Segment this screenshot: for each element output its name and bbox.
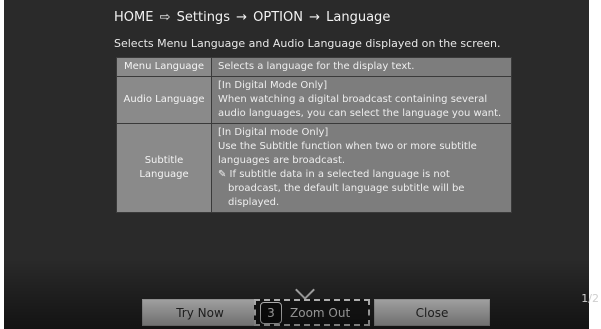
row-desc-subtitle-language: [In Digital mode Only] Use the Subtitle … — [211, 123, 512, 213]
language-options-table: Menu Language Selects a language for the… — [116, 57, 512, 213]
table-row: Subtitle Language [In Digital mode Only]… — [116, 123, 512, 213]
breadcrumb-settings: Settings — [176, 10, 230, 25]
try-now-button[interactable]: Try Now — [142, 299, 258, 326]
zoom-out-label: Zoom Out — [290, 305, 351, 320]
close-button[interactable]: Close — [374, 299, 490, 326]
row-label-audio-language: Audio Language — [116, 76, 212, 124]
tv-screen: HOME ⇨ Settings → OPTION → Language Sele… — [4, 0, 589, 329]
row-label-menu-language: Menu Language — [116, 57, 212, 77]
row-desc-audio-language: [In Digital Mode Only] When watching a d… — [211, 76, 512, 124]
desc-line: [In Digital mode Only] — [218, 127, 329, 138]
row-label-subtitle-language: Subtitle Language — [116, 123, 212, 213]
breadcrumb-arrow-icon: → — [236, 10, 248, 25]
step-number-badge: 3 — [260, 301, 282, 324]
desc-line: Use the Subtitle function when two or mo… — [218, 141, 477, 166]
page-subtitle: Selects Menu Language and Audio Language… — [114, 37, 501, 50]
desc-line: [In Digital Mode Only] — [218, 80, 328, 91]
table-row: Audio Language [In Digital Mode Only] Wh… — [116, 76, 512, 124]
row-desc-menu-language: Selects a language for the display text. — [211, 57, 512, 77]
desc-line: When watching a digital broadcast contai… — [218, 94, 502, 119]
breadcrumb-language: Language — [326, 10, 391, 25]
breadcrumb-arrow-icon: → — [309, 10, 321, 25]
breadcrumb-home: HOME — [114, 10, 154, 25]
zoom-out-button[interactable]: 3 Zoom Out — [254, 299, 370, 326]
chevron-down-icon[interactable] — [295, 280, 315, 300]
breadcrumb-option: OPTION — [253, 10, 303, 25]
desc-line: Selects a language for the display text. — [218, 61, 415, 72]
page-indicator: 1/2 — [581, 292, 599, 305]
table-row: Menu Language Selects a language for the… — [116, 57, 512, 77]
breadcrumb-arrow-icon: ⇨ — [159, 10, 171, 25]
note-bullet: ✎ If subtitle data in a selected languag… — [218, 169, 465, 208]
breadcrumb: HOME ⇨ Settings → OPTION → Language — [114, 10, 390, 25]
